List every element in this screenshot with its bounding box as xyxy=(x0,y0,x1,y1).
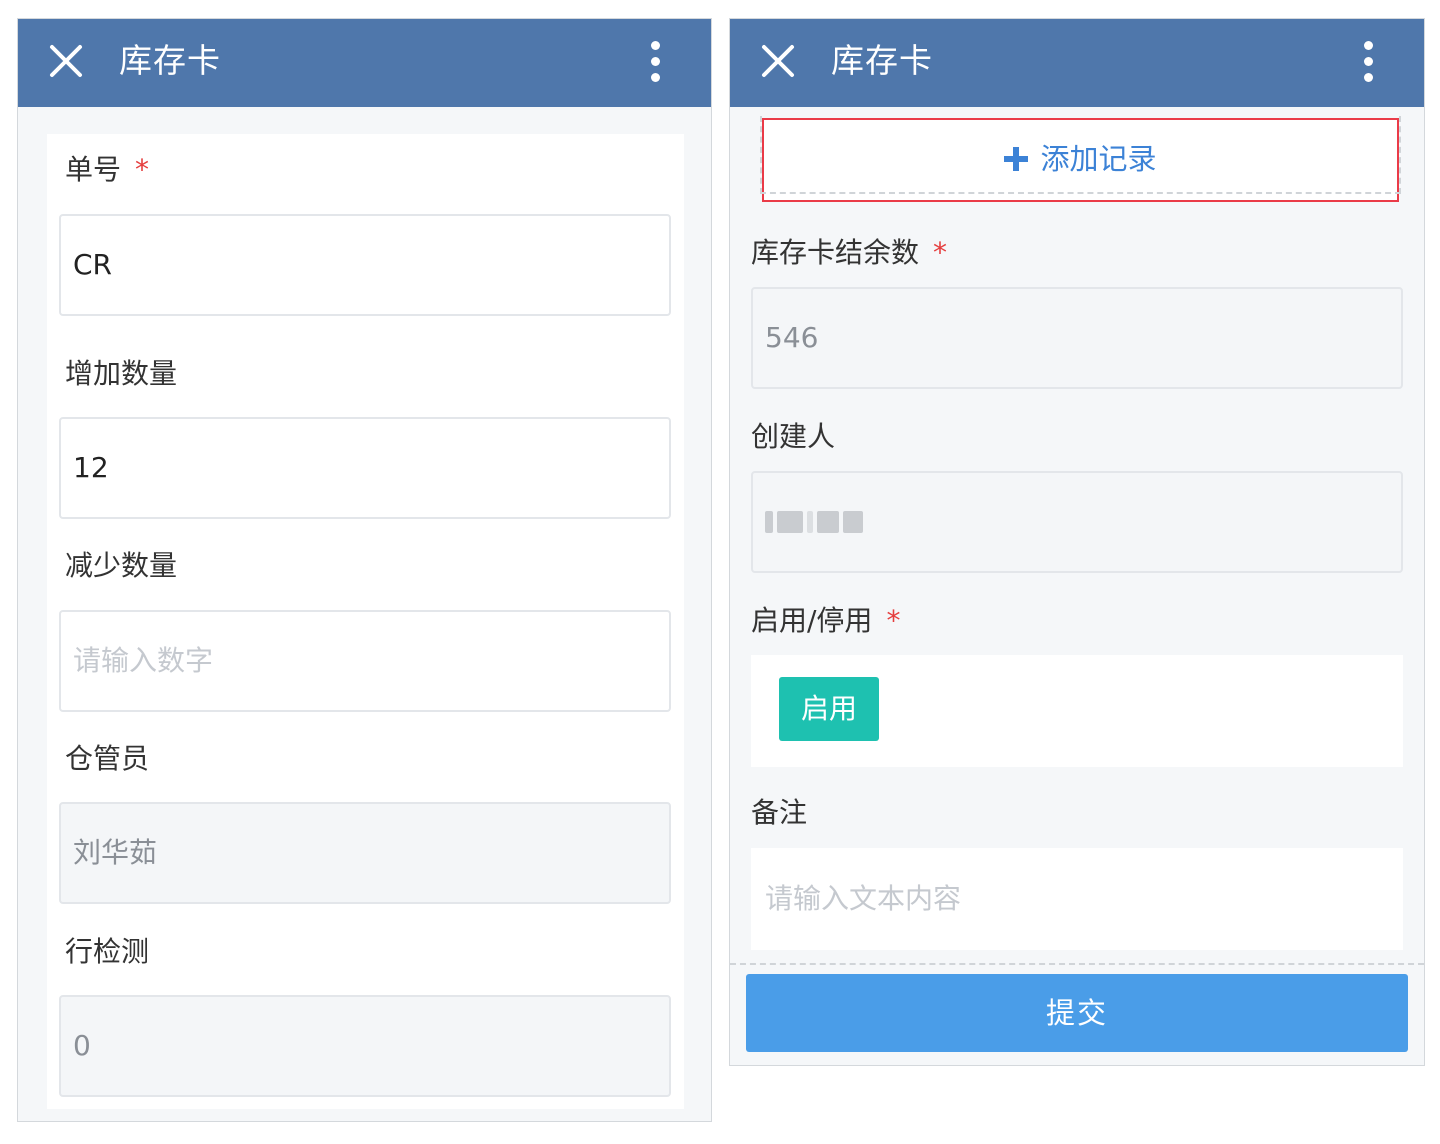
warehouse-keeper-field: 刘华茹 xyxy=(59,802,671,904)
required-mark: * xyxy=(933,236,948,269)
submit-button[interactable]: 提交 xyxy=(746,974,1408,1052)
required-mark: * xyxy=(886,604,901,637)
decrease-qty-input[interactable]: 请输入数字 xyxy=(59,610,671,712)
order-no-label: 单号 * xyxy=(65,153,150,186)
add-record-label: 添加记录 xyxy=(1040,142,1157,176)
balance-field: 546 xyxy=(751,287,1403,389)
close-icon[interactable] xyxy=(46,41,86,81)
remarks-label: 备注 xyxy=(751,796,808,829)
enable-button[interactable]: 启用 xyxy=(779,677,879,741)
redacted-name xyxy=(765,507,863,537)
form-panel-right: 库存卡 添加记录 库存卡结余数 * 546 创建人 启用/停用 * 启用 备注 请输… xyxy=(729,18,1425,1066)
page-title: 库存卡 xyxy=(831,41,933,80)
remarks-input[interactable]: 请输入文本内容 xyxy=(751,848,1403,950)
form-card: 单号 * CR 增加数量 12 减少数量 请输入数字 仓管员 刘华茹 行检测 0 xyxy=(47,134,684,1109)
enable-toggle-label: 启用/停用 * xyxy=(751,604,901,637)
app-header: 库存卡 xyxy=(18,19,711,107)
close-icon[interactable] xyxy=(758,41,798,81)
add-record-button[interactable]: 添加记录 xyxy=(760,116,1401,202)
row-check-field: 0 xyxy=(59,995,671,1097)
plus-icon xyxy=(1004,147,1029,171)
decrease-qty-label: 减少数量 xyxy=(65,549,178,582)
creator-label: 创建人 xyxy=(751,420,836,453)
form-panel-left: 库存卡 单号 * CR 增加数量 12 减少数量 请输入数字 仓管员 刘华茹 行检… xyxy=(17,18,712,1122)
row-check-label: 行检测 xyxy=(65,935,150,968)
more-options-icon[interactable] xyxy=(1362,41,1374,83)
enable-toggle-row: 启用 xyxy=(751,655,1403,767)
more-options-icon[interactable] xyxy=(649,41,661,83)
increase-qty-input[interactable]: 12 xyxy=(59,417,671,519)
page-title: 库存卡 xyxy=(119,41,221,80)
order-no-input[interactable]: CR xyxy=(59,214,671,316)
required-mark: * xyxy=(135,153,150,186)
divider xyxy=(730,963,1424,965)
creator-field xyxy=(751,471,1403,573)
increase-qty-label: 增加数量 xyxy=(65,357,178,390)
warehouse-keeper-label: 仓管员 xyxy=(65,742,150,775)
balance-label: 库存卡结余数 * xyxy=(751,236,948,269)
app-header: 库存卡 xyxy=(730,19,1424,107)
